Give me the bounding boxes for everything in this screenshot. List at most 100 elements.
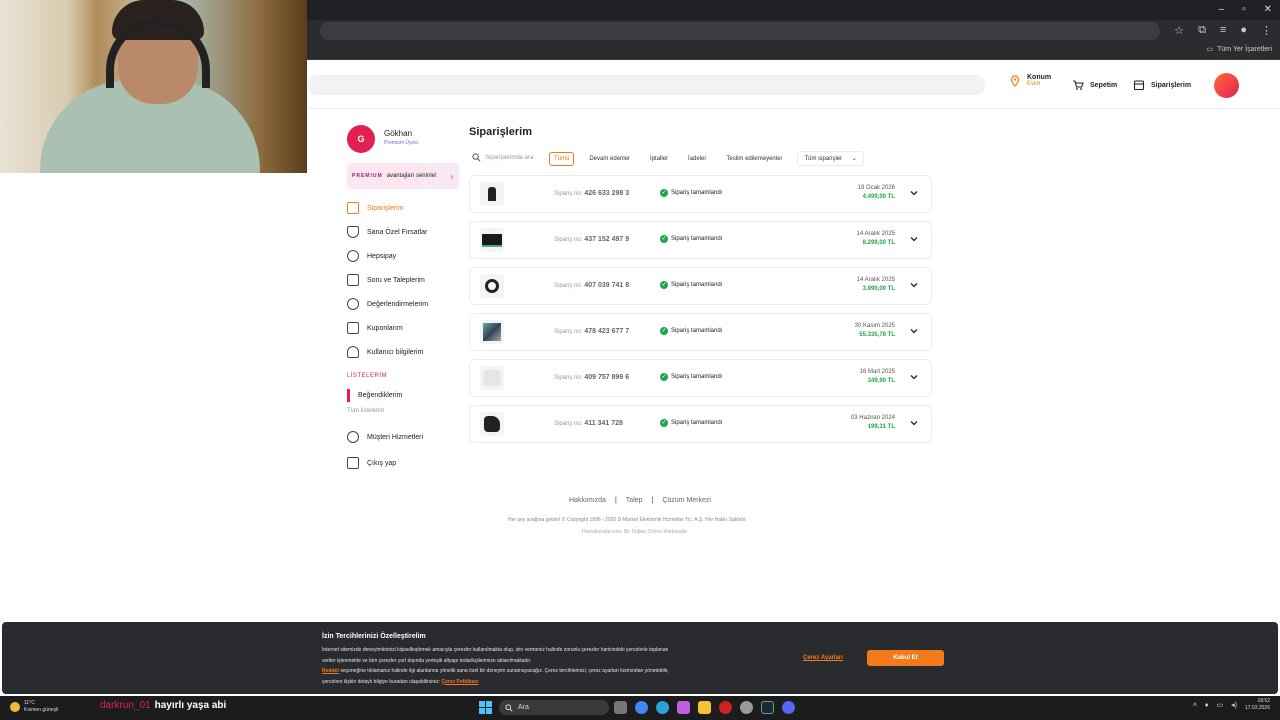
order-number: Sipariş no: 437 152 497 9 xyxy=(554,236,630,243)
window-controls: – ▫ ✕ xyxy=(1219,4,1273,15)
site-search-bar[interactable] xyxy=(307,75,985,95)
network-icon[interactable]: ▭ xyxy=(1216,701,1223,709)
premium-text: avantajları seninle! xyxy=(386,173,437,179)
filter-dropdown[interactable]: Tüm siparişler ⌄ xyxy=(797,151,864,166)
chevron-down-icon[interactable] xyxy=(909,372,919,382)
search-icon xyxy=(505,703,513,712)
footer-link-solution-center[interactable]: Çözüm Merkezi xyxy=(662,497,711,504)
sidebar-item-customer-service[interactable]: Müşteri Hizmetleri xyxy=(347,431,423,443)
chevron-down-icon[interactable] xyxy=(909,418,919,428)
webcam-overlay xyxy=(0,0,307,173)
footer-separator: | xyxy=(614,497,617,504)
sidebar-item-questions[interactable]: Soru ve Taleplerim xyxy=(347,274,425,286)
folder-icon: ▭ xyxy=(1206,46,1214,53)
sidebar-item-reviews[interactable]: Değerlendirmelerim xyxy=(347,298,428,310)
cookie-settings-link[interactable]: Çerez Ayarları xyxy=(803,655,843,661)
location-button[interactable]: Konum Evim xyxy=(1009,74,1051,87)
close-icon[interactable]: ✕ xyxy=(1264,4,1272,15)
menu-icon[interactable]: ⋮ xyxy=(1261,24,1272,37)
account-avatar[interactable] xyxy=(1214,73,1239,98)
chevron-down-icon[interactable] xyxy=(909,326,919,336)
maximize-icon[interactable]: ▫ xyxy=(1242,4,1246,15)
sidebar-item-special-offers[interactable]: Sana Özel Fırsatlar xyxy=(347,226,427,238)
check-icon: ✓ xyxy=(660,419,668,427)
minimize-icon[interactable]: – xyxy=(1219,4,1225,15)
logout-icon xyxy=(347,457,359,469)
microphone-icon[interactable]: ♦ xyxy=(1205,702,1209,709)
cart-button[interactable]: Sepetim xyxy=(1072,79,1117,91)
order-date: 18 Ocak 2026 xyxy=(857,185,895,191)
sidebar-item-orders[interactable]: Siparişlerim xyxy=(347,202,404,214)
order-price: 55.335,78 TL xyxy=(859,332,895,338)
all-bookmarks[interactable]: ▭ Tüm Yer İşaretleri xyxy=(1206,45,1272,54)
cookie-banner: İzin Tercihlerinizi Özelleştirelim İnter… xyxy=(2,622,1278,694)
sidebar-item-coupons[interactable]: Kuponlarım xyxy=(347,322,403,334)
order-card[interactable]: Sipariş no: 437 152 497 9 ✓ Sipariş tamaml… xyxy=(469,221,932,259)
clock[interactable]: 18:52 17.03.2026 xyxy=(1245,698,1270,712)
premium-banner[interactable]: PREMIUM avantajları seninle! › xyxy=(347,163,459,189)
product-thumbnail xyxy=(480,412,504,436)
user-membership: Premium Üyesi xyxy=(384,140,418,146)
orders-box-icon xyxy=(347,202,359,214)
sidebar-item-logout[interactable]: Çıkış yap xyxy=(347,457,396,469)
file-explorer-icon[interactable] xyxy=(698,701,711,714)
page-title: Siparişlerim xyxy=(469,126,532,138)
filter-cancelled[interactable]: İptaller xyxy=(645,152,673,166)
windows-start-icon[interactable] xyxy=(479,701,492,714)
extensions-icon[interactable]: ⧉ xyxy=(1198,24,1206,37)
discord-icon[interactable] xyxy=(782,701,795,714)
cookie-policy-link[interactable]: Çerez Politikası xyxy=(442,679,479,685)
order-card[interactable]: Sipariş no: 407 039 741 8 ✓ Sipariş tamaml… xyxy=(469,267,932,305)
obs-icon[interactable] xyxy=(740,701,753,714)
star-icon[interactable]: ☆ xyxy=(1174,24,1184,37)
order-status: ✓ Sipariş tamamlandı xyxy=(660,373,723,381)
review-icon xyxy=(347,298,359,310)
chevron-down-icon[interactable] xyxy=(909,280,919,290)
footer-link-request[interactable]: Talep xyxy=(626,497,643,504)
order-price: 349,90 TL xyxy=(867,378,895,384)
sidebar-item-user-info[interactable]: Kullanıcı bilgilerim xyxy=(347,346,423,358)
user-name: Gökhan xyxy=(384,129,413,138)
volume-icon[interactable]: ◂) xyxy=(1231,701,1237,709)
address-field[interactable] xyxy=(320,22,1160,40)
order-card[interactable]: Sipariş no: 426 633 298 3 ✓ Sipariş tamaml… xyxy=(469,175,932,213)
user-settings-icon xyxy=(347,346,359,358)
chat-username: darkrun_01 xyxy=(100,700,151,711)
orders-button[interactable]: Siparişlerim xyxy=(1133,79,1191,91)
chevron-up-icon[interactable]: ˄ xyxy=(1193,702,1197,709)
filter-returns[interactable]: İadeler xyxy=(683,152,711,166)
order-card[interactable]: Sipariş no: 409 757 899 6 ✓ Sipariş tamaml… xyxy=(469,359,932,397)
weather-widget[interactable]: 11°C Kısmen güneşli xyxy=(10,700,58,714)
chevron-down-icon[interactable] xyxy=(909,234,919,244)
edge-icon[interactable] xyxy=(656,701,669,714)
cookie-reject-link[interactable]: Reddet xyxy=(322,668,339,674)
order-card[interactable]: Sipariş no: 411 341 728 ✓ Sipariş tamamlan… xyxy=(469,405,932,443)
profile-icon[interactable]: ● xyxy=(1240,24,1247,37)
order-search-input[interactable]: Siparişlerimde ara xyxy=(472,153,546,162)
sidebar-item-liked[interactable]: Beğendiklerim xyxy=(347,389,402,402)
footer-separator: | xyxy=(651,497,654,504)
opera-icon[interactable] xyxy=(719,701,732,714)
browser-toolbar-icons: ☆ ⧉ ≡ ● ⋮ xyxy=(1174,24,1272,37)
order-price: 8.299,00 TL xyxy=(862,240,895,246)
all-lists-link[interactable]: Tüm listelerim xyxy=(347,408,384,414)
order-status: ✓ Sipariş tamamlandı xyxy=(660,327,723,335)
coupon-icon xyxy=(347,322,359,334)
filter-all[interactable]: Tümü xyxy=(549,151,575,166)
chevron-down-icon[interactable] xyxy=(909,188,919,198)
sidebar-item-hepsipay[interactable]: Hepsipay xyxy=(347,250,396,262)
filter-undelivered[interactable]: Teslim edilemeyenler xyxy=(721,152,787,166)
chrome-icon[interactable] xyxy=(635,701,648,714)
cookie-accept-button[interactable]: Kabul Et xyxy=(867,650,944,666)
filter-ongoing[interactable]: Devam edenler xyxy=(584,152,635,166)
footer-link-about[interactable]: Hakkımızda xyxy=(569,497,606,504)
taskbar-apps xyxy=(614,701,795,714)
footer-brand-note: Hepsiburada.com, Bir Doğan Online Markas… xyxy=(582,529,689,535)
task-view-icon[interactable] xyxy=(614,701,627,714)
order-card[interactable]: Sipariş no: 478 423 677 7 ✓ Sipariş tamaml… xyxy=(469,313,932,351)
tab-search-icon[interactable]: ≡ xyxy=(1220,24,1226,37)
copilot-icon[interactable] xyxy=(677,701,690,714)
taskbar-search[interactable]: Ara xyxy=(499,700,609,715)
steam-icon[interactable] xyxy=(761,701,774,714)
order-number: Sipariş no: 407 039 741 8 xyxy=(554,282,630,289)
